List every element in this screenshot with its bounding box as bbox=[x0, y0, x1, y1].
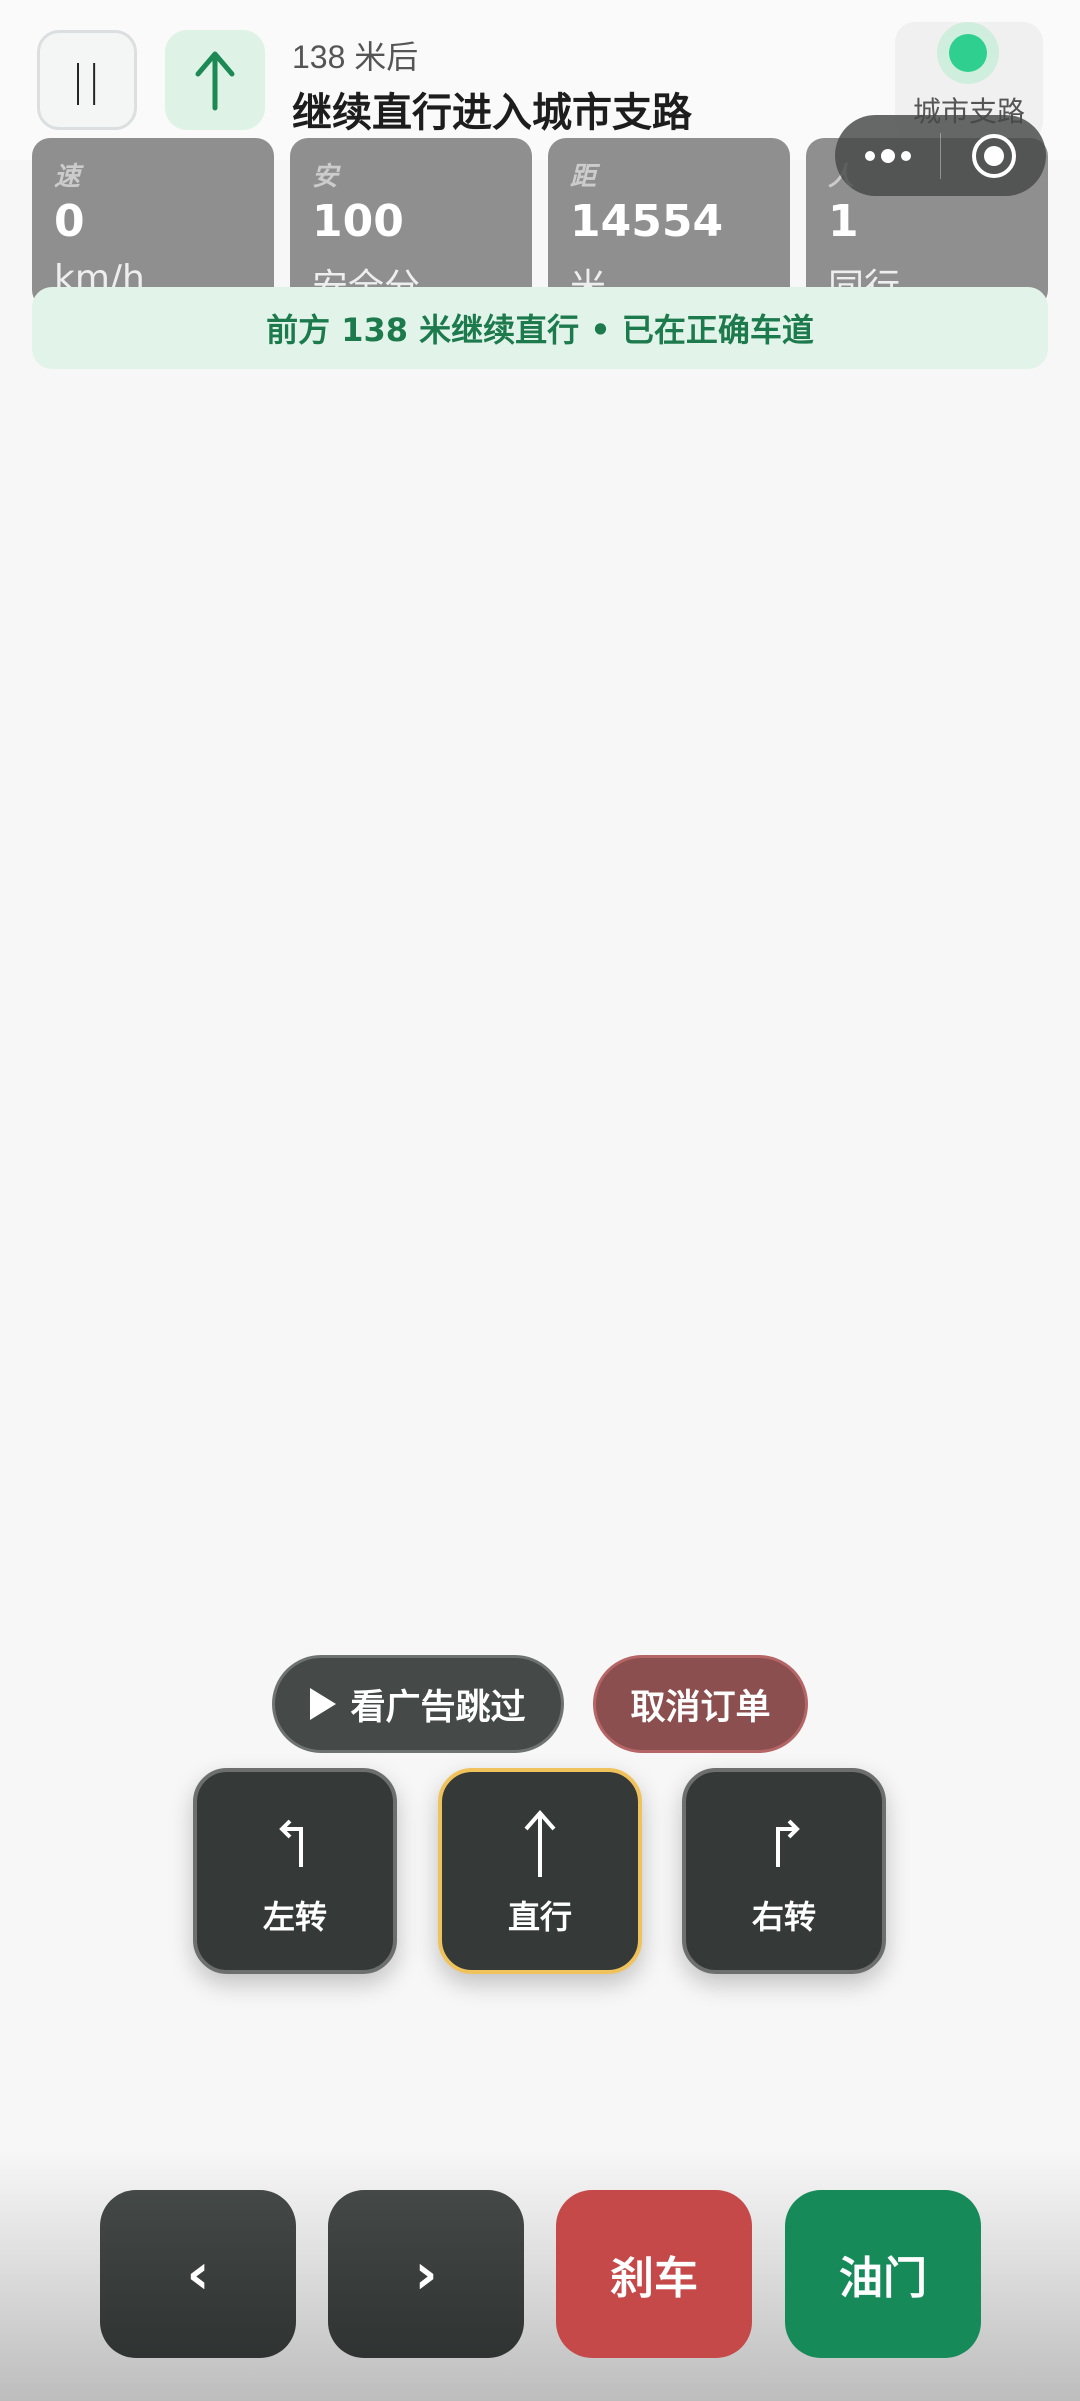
turn-label: 左转 bbox=[262, 1898, 327, 1936]
lane-status-banner: 前方 138 米继续直行 • 已在正确车道 bbox=[32, 287, 1048, 369]
arrow-up-icon bbox=[195, 51, 235, 111]
gas-button[interactable]: 油门 bbox=[785, 2190, 981, 2358]
more-dots-icon[interactable] bbox=[835, 148, 940, 163]
ad-skip-label: 看广告跳过 bbox=[350, 1687, 526, 1728]
distance-text: 138 米后 bbox=[292, 39, 419, 75]
turn-label: 右转 bbox=[751, 1898, 816, 1936]
cancel-order-button[interactable]: 取消订单 bbox=[593, 1655, 808, 1753]
stat-value: 0 bbox=[54, 196, 85, 247]
stat-label: 距 bbox=[570, 162, 597, 192]
stat-label: 速 bbox=[54, 162, 81, 192]
watch-ad-skip-button[interactable]: 看广告跳过 bbox=[272, 1655, 564, 1753]
turn-right-icon bbox=[776, 1819, 800, 1867]
stat-value: 14554 bbox=[570, 196, 724, 247]
stat-card-distance: 距 14554 米 bbox=[548, 138, 790, 308]
target-close-icon[interactable] bbox=[941, 133, 1046, 178]
instruction-text: 继续直行进入城市支路 bbox=[292, 90, 692, 136]
miniprogram-capsule bbox=[835, 115, 1046, 196]
turn-label: 直行 bbox=[507, 1898, 572, 1936]
stat-card-safety: 安 100 安全分 bbox=[290, 138, 532, 308]
turn-right-button[interactable]: 右转 bbox=[682, 1768, 886, 1974]
brake-button[interactable]: 刹车 bbox=[556, 2190, 752, 2358]
turn-left-button[interactable]: 左转 bbox=[193, 1768, 397, 1974]
road-status-dot bbox=[949, 34, 987, 72]
pause-button[interactable]: || bbox=[37, 30, 137, 130]
prev-button[interactable]: ‹ bbox=[100, 2190, 296, 2358]
straight-icon bbox=[524, 1809, 556, 1877]
driving-screen: || 138 米后 继续直行进入城市支路 城市支路 速 0 km/h 安 100… bbox=[0, 0, 1080, 2401]
play-icon bbox=[310, 1688, 337, 1720]
turn-left-icon bbox=[279, 1819, 303, 1867]
pause-icon: || bbox=[70, 55, 104, 105]
stat-value: 100 bbox=[312, 196, 404, 247]
stat-value: 1 bbox=[828, 196, 859, 247]
direction-indicator bbox=[165, 30, 265, 130]
straight-button[interactable]: 直行 bbox=[438, 1768, 642, 1974]
stat-card-speed: 速 0 km/h bbox=[32, 138, 274, 308]
stat-label: 安 bbox=[312, 162, 339, 192]
next-button[interactable]: › bbox=[328, 2190, 524, 2358]
